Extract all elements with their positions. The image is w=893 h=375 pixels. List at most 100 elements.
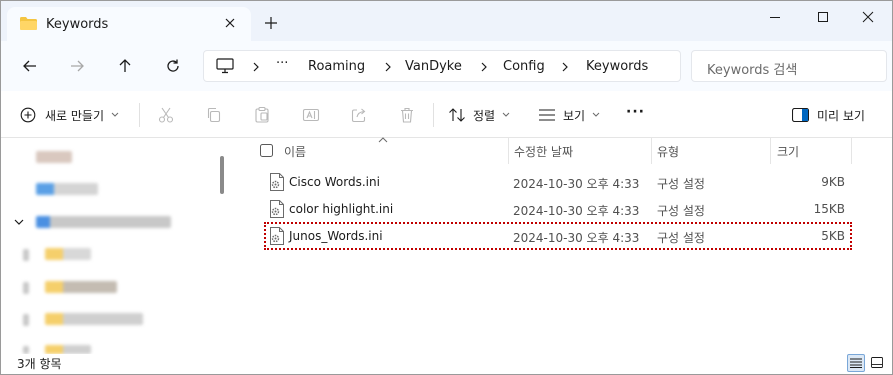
sidebar-item-obscured[interactable]: [36, 216, 171, 228]
search-placeholder[interactable]: Keywords 검색: [707, 59, 797, 78]
column-label-modified: 수정한 날짜: [514, 145, 574, 159]
cut-icon[interactable]: [157, 106, 175, 124]
column-header-type[interactable]: 유형: [657, 138, 767, 164]
column-header-size[interactable]: 크기: [777, 138, 849, 164]
sidebar-scrollbar[interactable]: [220, 156, 224, 194]
refresh-icon[interactable]: [164, 57, 182, 75]
sidebar-expander[interactable]: [23, 282, 29, 294]
file-name[interactable]: color highlight.ini: [289, 202, 393, 216]
address-ellipsis[interactable]: ···: [276, 56, 288, 71]
new-button-label: 새로 만들기: [45, 108, 105, 123]
chevron-right-icon[interactable]: [252, 62, 260, 72]
chevron-right-icon[interactable]: [384, 62, 392, 72]
column-label-type: 유형: [657, 145, 680, 159]
sort-icon: [449, 108, 465, 122]
sidebar-item-obscured[interactable]: [36, 183, 98, 195]
share-icon[interactable]: [350, 106, 368, 124]
rename-icon[interactable]: [302, 106, 320, 124]
column-header-name[interactable]: 이름: [260, 138, 508, 164]
tab-keywords[interactable]: Keywords: [7, 7, 251, 41]
paste-icon[interactable]: [253, 106, 271, 124]
column-divider[interactable]: [770, 138, 771, 164]
see-more-button[interactable]: ···: [626, 103, 645, 121]
column-header-modified[interactable]: 수정한 날짜: [514, 138, 650, 164]
chevron-down-icon: [111, 112, 119, 117]
chevron-down-icon: [592, 112, 600, 117]
sidebar-expander[interactable]: [23, 314, 29, 326]
breadcrumb-vandyke[interactable]: VanDyke: [405, 59, 462, 74]
new-button[interactable]: 새로 만들기: [20, 106, 119, 124]
breadcrumb-keywords[interactable]: Keywords: [586, 59, 648, 74]
maximize-icon[interactable]: [815, 9, 831, 25]
minimize-icon[interactable]: [767, 9, 783, 25]
sidebar-item-obscured[interactable]: [45, 313, 143, 325]
plus-circle-icon: [20, 107, 36, 123]
close-window-icon[interactable]: [860, 9, 876, 25]
sidebar-expander[interactable]: [23, 346, 29, 354]
folder-icon: [20, 17, 37, 30]
details-view-button[interactable]: [847, 354, 865, 372]
tab-title: Keywords: [46, 17, 109, 32]
settings-file-icon: [270, 227, 284, 245]
navigation-bar: ··· Roaming VanDyke Config Keywords Keyw…: [1, 41, 892, 91]
new-tab-icon[interactable]: [263, 15, 279, 31]
file-modified: 2024-10-30 오후 4:33: [513, 177, 640, 191]
up-arrow-icon[interactable]: [116, 57, 134, 75]
file-type: 구성 설정: [657, 177, 705, 191]
sort-button[interactable]: 정렬: [448, 106, 510, 124]
file-name[interactable]: Cisco Words.ini: [289, 175, 380, 189]
file-row-highlighted[interactable]: Junos_Words.ini 2024-10-30 오후 4:33 구성 설정…: [264, 222, 852, 250]
toolbar-divider: [433, 103, 434, 127]
file-name[interactable]: Junos_Words.ini: [289, 229, 383, 243]
column-divider[interactable]: [651, 138, 652, 164]
chevron-down-icon: [502, 112, 510, 117]
large-icons-view-icon: [871, 357, 883, 368]
file-row[interactable]: color highlight.ini 2024-10-30 오후 4:33 구…: [265, 196, 851, 222]
status-bar: 3개 항목: [1, 354, 892, 374]
search-box[interactable]: Keywords 검색: [691, 50, 887, 82]
file-type: 구성 설정: [657, 231, 705, 245]
settings-file-icon: [270, 200, 284, 218]
chevron-right-icon[interactable]: [561, 62, 569, 72]
item-count: 3개 항목: [17, 357, 62, 371]
large-icons-view-button[interactable]: [868, 354, 886, 372]
sidebar-item-obscured[interactable]: [45, 281, 117, 293]
view-button[interactable]: 보기: [538, 106, 600, 124]
chevron-down-icon[interactable]: [14, 218, 24, 226]
sort-button-label: 정렬: [473, 108, 496, 123]
file-explorer-window: Keywords ··· Roaming VanDyke Config Keyw…: [0, 0, 893, 375]
breadcrumb-roaming[interactable]: Roaming: [308, 59, 365, 74]
this-pc-icon[interactable]: [216, 58, 234, 74]
settings-file-icon: [270, 173, 284, 191]
preview-pane-button[interactable]: 미리 보기: [792, 106, 865, 124]
copy-icon[interactable]: [205, 106, 223, 124]
column-label-size: 크기: [777, 145, 800, 159]
sidebar-item-obscured[interactable]: [45, 345, 91, 354]
file-type: 구성 설정: [657, 204, 705, 218]
file-size: 5KB: [821, 229, 845, 243]
view-list-icon: [539, 109, 555, 121]
navigation-pane: [1, 138, 233, 354]
column-divider[interactable]: [851, 138, 852, 164]
forward-arrow-icon[interactable]: [68, 57, 86, 75]
select-all-checkbox[interactable]: [260, 144, 273, 157]
column-divider[interactable]: [508, 138, 509, 164]
toolbar-divider: [139, 103, 140, 127]
file-modified: 2024-10-30 오후 4:33: [513, 204, 640, 218]
back-arrow-icon[interactable]: [21, 57, 39, 75]
sidebar-item-obscured[interactable]: [45, 248, 91, 260]
breadcrumb-config[interactable]: Config: [503, 59, 545, 74]
file-size: 15KB: [813, 202, 845, 216]
delete-icon[interactable]: [398, 106, 416, 124]
title-bar: Keywords: [1, 1, 892, 41]
sidebar-item-obscured[interactable]: [36, 151, 72, 163]
chevron-right-icon[interactable]: [480, 62, 488, 72]
file-row[interactable]: Cisco Words.ini 2024-10-30 오후 4:33 구성 설정…: [265, 169, 851, 195]
address-bar[interactable]: ··· Roaming VanDyke Config Keywords: [203, 50, 681, 82]
close-tab-icon[interactable]: [223, 16, 237, 30]
file-list: 이름 수정한 날짜 유형 크기 Cisco Words.ini 2024-10-…: [233, 137, 892, 354]
view-button-label: 보기: [563, 108, 586, 123]
sidebar-expander[interactable]: [23, 249, 29, 261]
command-toolbar: 새로 만들기 정렬 보기 ··· 미리 보기: [1, 91, 892, 138]
column-label-name: 이름: [284, 145, 307, 159]
